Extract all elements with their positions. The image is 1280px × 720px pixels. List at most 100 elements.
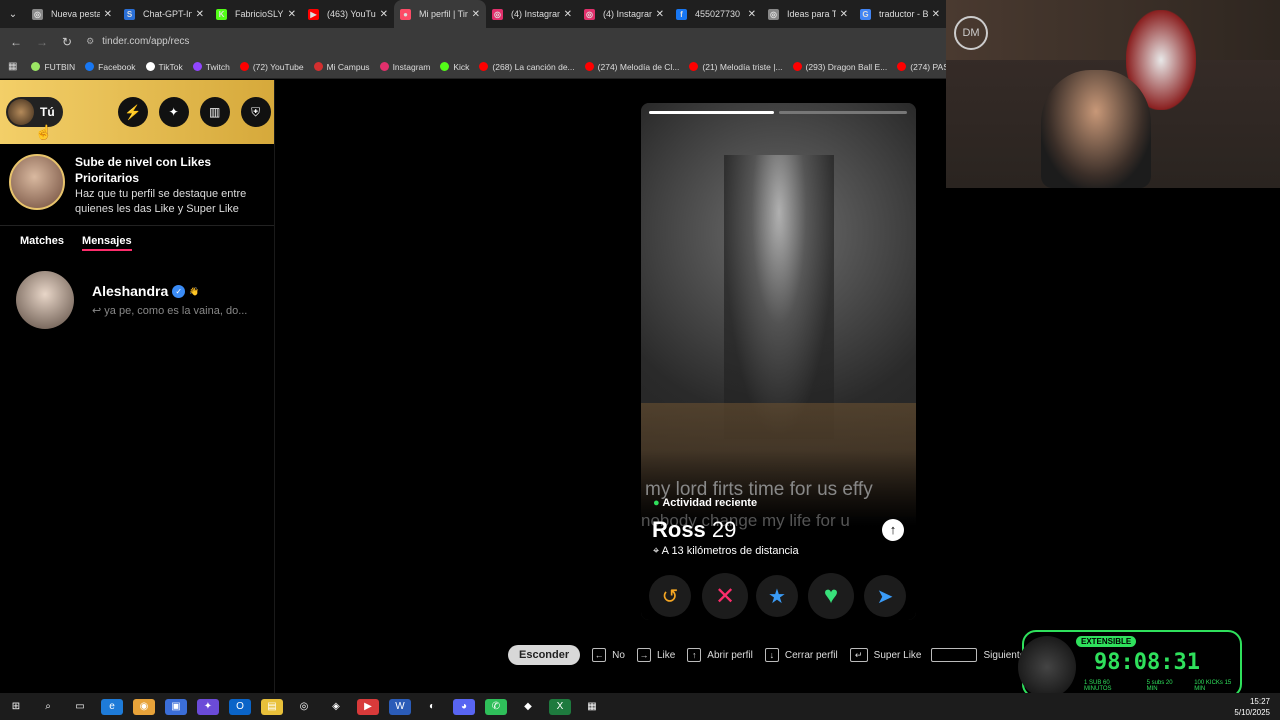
rewind-icon[interactable]: ↺ — [649, 575, 691, 617]
browser-tab-bar: ⌄ ◎ Nueva pestaña ✕ S Chat-GPT-In ✕ K FabricioS… — [0, 0, 946, 28]
profile-button[interactable]: Tú — [6, 97, 63, 127]
bookmark-item[interactable]: FUTBIN — [31, 62, 75, 72]
bookmark-item[interactable]: (268) La canción de... — [479, 62, 575, 72]
hide-hints-button[interactable]: Esconder — [508, 645, 581, 665]
tab-search-icon[interactable]: ⌄ — [0, 9, 26, 20]
profile-card[interactable]: my lord firts time for us effy nobody ch… — [641, 103, 916, 620]
webcam-shelf — [946, 0, 1280, 60]
bookmark-favicon-icon — [192, 62, 202, 71]
expand-profile-button[interactable]: ↑ — [882, 519, 904, 541]
close-icon[interactable]: ✕ — [748, 9, 756, 20]
whatsapp-icon[interactable]: ✆ — [485, 698, 507, 715]
clock-date[interactable]: 5/10/2025 — [1234, 707, 1270, 718]
capcut-icon[interactable]: ◐ — [421, 699, 443, 715]
browser-tab[interactable]: ▶ (463) YouTube ✕ — [302, 0, 394, 28]
url-field[interactable]: tinder.com/app/recs — [102, 36, 189, 47]
space-key-icon — [931, 648, 978, 662]
close-icon[interactable]: ✕ — [564, 9, 572, 20]
search-icon[interactable]: ⌕ — [37, 699, 59, 715]
edge-icon[interactable]: e — [101, 698, 123, 715]
bookmark-item[interactable]: Kick — [440, 62, 469, 72]
message-list-item[interactable]: Aleshandra ✓ 👋 ↩ ya pe, como es la vaina… — [0, 270, 274, 330]
bookmark-item[interactable]: (293) Dragon Ball E... — [792, 62, 887, 72]
bookmark-item[interactable]: (21) Melodía triste |... — [689, 62, 783, 72]
close-icon[interactable]: ✕ — [932, 9, 940, 20]
windows-start-icon[interactable]: ⊞ — [5, 699, 27, 715]
browser-tab[interactable]: K FabricioSLY ✕ — [210, 0, 302, 28]
video-app-icon[interactable]: ▶ — [357, 698, 379, 715]
bookmark-favicon-icon — [584, 62, 594, 71]
site-info-icon[interactable]: ⚙ — [86, 36, 94, 47]
bookmark-item[interactable]: Instagram — [379, 62, 430, 72]
browser-tab[interactable]: ◎ Nueva pestaña ✕ — [26, 0, 118, 28]
compass-icon[interactable]: ✦ — [158, 97, 189, 127]
tab-favicon-icon: ◎ — [768, 8, 779, 20]
chrome-icon[interactable]: ◉ — [133, 698, 155, 715]
notes-icon[interactable]: ▦ — [581, 699, 603, 715]
promo-text: Haz que tu perfil se destaque entre quie… — [75, 188, 247, 215]
forward-icon[interactable]: → — [36, 35, 48, 49]
hint-like: Like — [656, 649, 676, 661]
excel-icon[interactable]: X — [549, 698, 571, 715]
shield-icon[interactable]: ⛨ — [240, 97, 271, 127]
hint-close: Cerrar perfil — [784, 649, 838, 661]
tab-title: (4) Instagram — [603, 9, 652, 19]
bookmark-item[interactable]: (274) Melodía de Cl... — [584, 62, 679, 72]
app-icon[interactable]: ◈ — [325, 699, 347, 715]
bolt-icon[interactable]: ⚡ — [117, 97, 148, 127]
bookmark-item[interactable]: Twitch — [192, 61, 230, 72]
close-icon[interactable]: ✕ — [288, 9, 296, 20]
copilot-icon[interactable]: ✦ — [197, 698, 219, 715]
close-icon[interactable]: ✕ — [840, 9, 848, 20]
app2-icon[interactable]: ◆ — [517, 699, 539, 715]
stream-timer: EXTENSIBLE 98:08:31 1 SUB 60 MINUTOS 5 s… — [1018, 630, 1242, 698]
close-icon[interactable]: ✕ — [196, 9, 204, 20]
briefcase-icon[interactable]: ▥ — [199, 97, 230, 127]
browser-tab[interactable]: ◎ (4) Instagram ✕ — [486, 0, 578, 28]
bookmark-label: Twitch — [205, 61, 230, 72]
close-icon[interactable]: ✕ — [656, 9, 664, 20]
boost-icon[interactable]: ➤ — [864, 575, 906, 617]
browser-tab[interactable]: ● Mi perfil | Tinder ✕ — [394, 0, 486, 28]
discord-icon[interactable]: ◕ — [453, 698, 475, 715]
browser-tab[interactable]: Gtraductor - B ✕ — [854, 0, 946, 28]
outlook-icon[interactable]: O — [229, 698, 251, 715]
nope-icon[interactable]: ✕ — [702, 573, 748, 619]
bookmark-item[interactable]: Facebook — [85, 62, 136, 72]
profile-age: 29 — [711, 517, 737, 542]
bookmark-favicon-icon — [239, 62, 249, 71]
obs-icon[interactable]: ◎ — [293, 699, 315, 715]
activity-status: ● Actividad reciente — [653, 497, 758, 509]
tab-mensajes[interactable]: Mensajes — [82, 235, 132, 251]
store-icon[interactable]: ▣ — [165, 698, 187, 715]
clock-time[interactable]: 15:27 — [1234, 696, 1270, 707]
browser-tab[interactable]: S Chat-GPT-In ✕ — [118, 0, 210, 28]
browser-tab[interactable]: f 455027730 ✕ — [670, 0, 762, 28]
back-icon[interactable]: ← — [10, 35, 22, 49]
tab-title: Nueva pestaña — [51, 9, 100, 19]
task-view-icon[interactable]: ▭ — [69, 699, 91, 715]
promo-banner[interactable]: Sube de nivel con Likes Prioritarios Haz… — [0, 144, 274, 226]
bookmark-favicon-icon — [689, 62, 699, 71]
tab-favicon-icon: ◎ — [492, 8, 503, 20]
explorer-icon[interactable]: ▤ — [261, 698, 283, 715]
browser-tab[interactable]: ◎ (4) Instagram ✕ — [578, 0, 670, 28]
bookmark-item[interactable]: Mi Campus — [313, 62, 370, 72]
word-icon[interactable]: W — [389, 698, 411, 715]
promo-image — [9, 154, 65, 210]
profile-name: Ross — [652, 517, 706, 542]
bookmark-item[interactable]: (72) YouTube — [239, 62, 304, 72]
tab-matches[interactable]: Matches — [20, 235, 64, 251]
bookmark-item[interactable]: TikTok — [145, 62, 183, 72]
close-icon[interactable]: ✕ — [380, 9, 388, 20]
apps-icon[interactable]: ▦ — [8, 61, 17, 72]
browser-tab[interactable]: ◎ Ideas para T ✕ — [762, 0, 854, 28]
close-icon[interactable]: ✕ — [472, 9, 480, 20]
close-icon[interactable]: ✕ — [104, 9, 112, 20]
superlike-icon[interactable]: ★ — [756, 575, 798, 617]
like-icon[interactable]: ♥ — [808, 573, 854, 619]
tab-title: traductor - B — [879, 9, 928, 19]
tab-favicon-icon: S — [124, 8, 135, 20]
windows-taskbar: ⊞ ⌕ ▭ e ◉ ▣ ✦ O ▤ ◎ ◈ ▶ W ◐ ◕ ✆ ◆ X ▦ 15… — [0, 693, 1280, 720]
reload-icon[interactable]: ↻ — [62, 35, 72, 49]
